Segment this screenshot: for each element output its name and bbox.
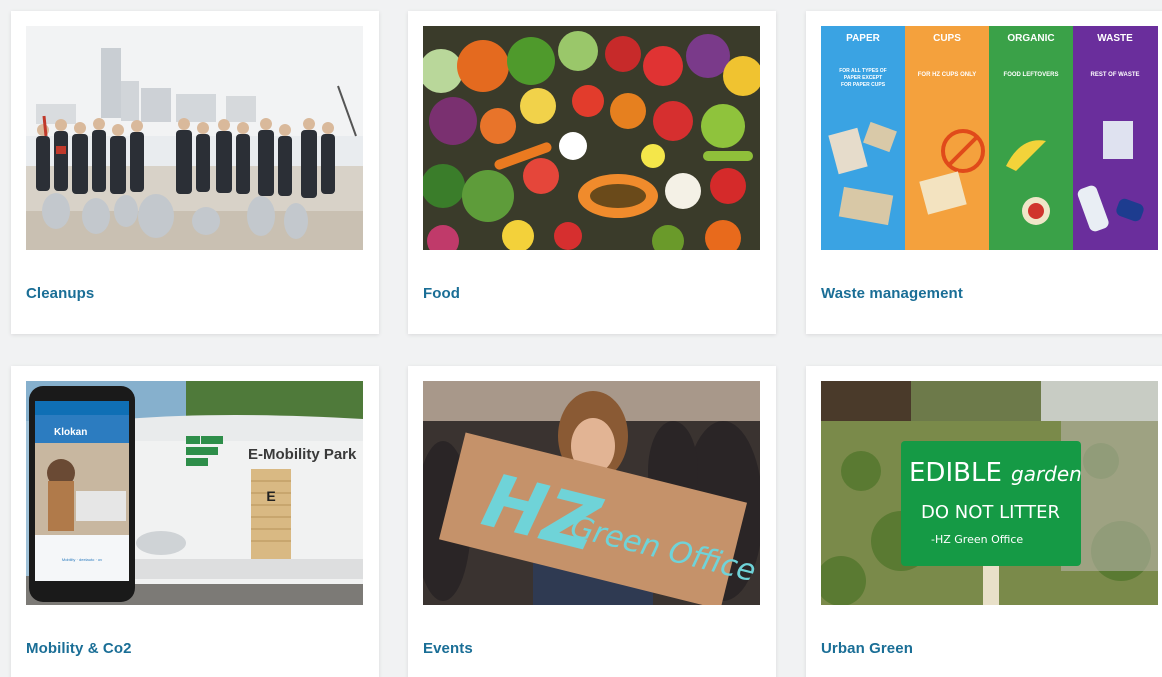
e-mobility-photo-icon: E-Mobility Park E Klokan Mobility · deel…	[26, 381, 363, 605]
mobility-image[interactable]: E-Mobility Park E Klokan Mobility · deel…	[26, 381, 363, 605]
bin-text-waste: REST OF WASTE	[1090, 72, 1139, 78]
garden-sign-text: garden	[1011, 462, 1082, 486]
card-title-mobility-co2[interactable]: Mobility & Co2	[26, 640, 132, 657]
card-title-food[interactable]: Food	[423, 285, 460, 302]
card-title-urban-green[interactable]: Urban Green	[821, 640, 913, 657]
klokan-app-footer: Mobility · deelauto · ov	[62, 557, 102, 562]
edible-garden-sign-photo-icon: EDIBLE garden DO NOT LITTER -HZ Green Of…	[821, 381, 1158, 605]
bin-label-organic: ORGANIC	[1007, 33, 1054, 44]
bin-label-cups: CUPS	[933, 33, 961, 44]
card-waste-management[interactable]: PAPER CUPS ORGANIC WASTE FOR HZ CUPS ONL…	[806, 11, 1162, 334]
cleanups-image[interactable]	[26, 26, 363, 250]
bin-label-paper: PAPER	[846, 33, 880, 44]
card-grid: Cleanups Food PAPER CUPS ORGANIC WASTE F…	[0, 0, 1162, 677]
klokan-app-name: Klokan	[54, 427, 87, 438]
waste-bins-photo-icon: PAPER CUPS ORGANIC WASTE FOR HZ CUPS ONL…	[821, 26, 1158, 250]
food-image[interactable]	[423, 26, 760, 250]
bin-label-waste: WASTE	[1097, 33, 1133, 44]
urban-green-image[interactable]: EDIBLE garden DO NOT LITTER -HZ Green Of…	[821, 381, 1158, 605]
card-title-waste-management[interactable]: Waste management	[821, 285, 963, 302]
svg-text:PAPER EXCEPT: PAPER EXCEPT	[844, 75, 882, 81]
svg-text:FOR ALL TYPES OF: FOR ALL TYPES OF	[839, 68, 887, 74]
bin-text-cups: FOR HZ CUPS ONLY	[918, 72, 976, 78]
cleanup-photo-icon	[26, 26, 363, 250]
e-mobility-park-sign: E-Mobility Park	[248, 446, 357, 463]
card-title-cleanups[interactable]: Cleanups	[26, 285, 94, 302]
svg-text:FOR PAPER CUPS: FOR PAPER CUPS	[841, 82, 886, 88]
card-title-events[interactable]: Events	[423, 640, 473, 657]
vegetables-photo-icon	[423, 26, 760, 250]
waste-management-image[interactable]: PAPER CUPS ORGANIC WASTE FOR HZ CUPS ONL…	[821, 26, 1158, 250]
card-mobility-co2[interactable]: E-Mobility Park E Klokan Mobility · deel…	[11, 366, 379, 677]
card-events[interactable]: HZ Green Office Events	[408, 366, 776, 677]
events-image[interactable]: HZ Green Office	[423, 381, 760, 605]
card-urban-green[interactable]: EDIBLE garden DO NOT LITTER -HZ Green Of…	[806, 366, 1162, 677]
edible-sign-text: EDIBLE	[909, 458, 1002, 488]
hz-green-office-signature: -HZ Green Office	[931, 533, 1023, 546]
do-not-litter-text: DO NOT LITTER	[921, 502, 1060, 523]
svg-text:E: E	[266, 488, 275, 504]
card-cleanups[interactable]: Cleanups	[11, 11, 379, 334]
hz-green-office-sign-photo-icon: HZ Green Office	[423, 381, 760, 605]
bin-text-organic: FOOD LEFTOVERS	[1004, 72, 1059, 78]
card-food[interactable]: Food	[408, 11, 776, 334]
